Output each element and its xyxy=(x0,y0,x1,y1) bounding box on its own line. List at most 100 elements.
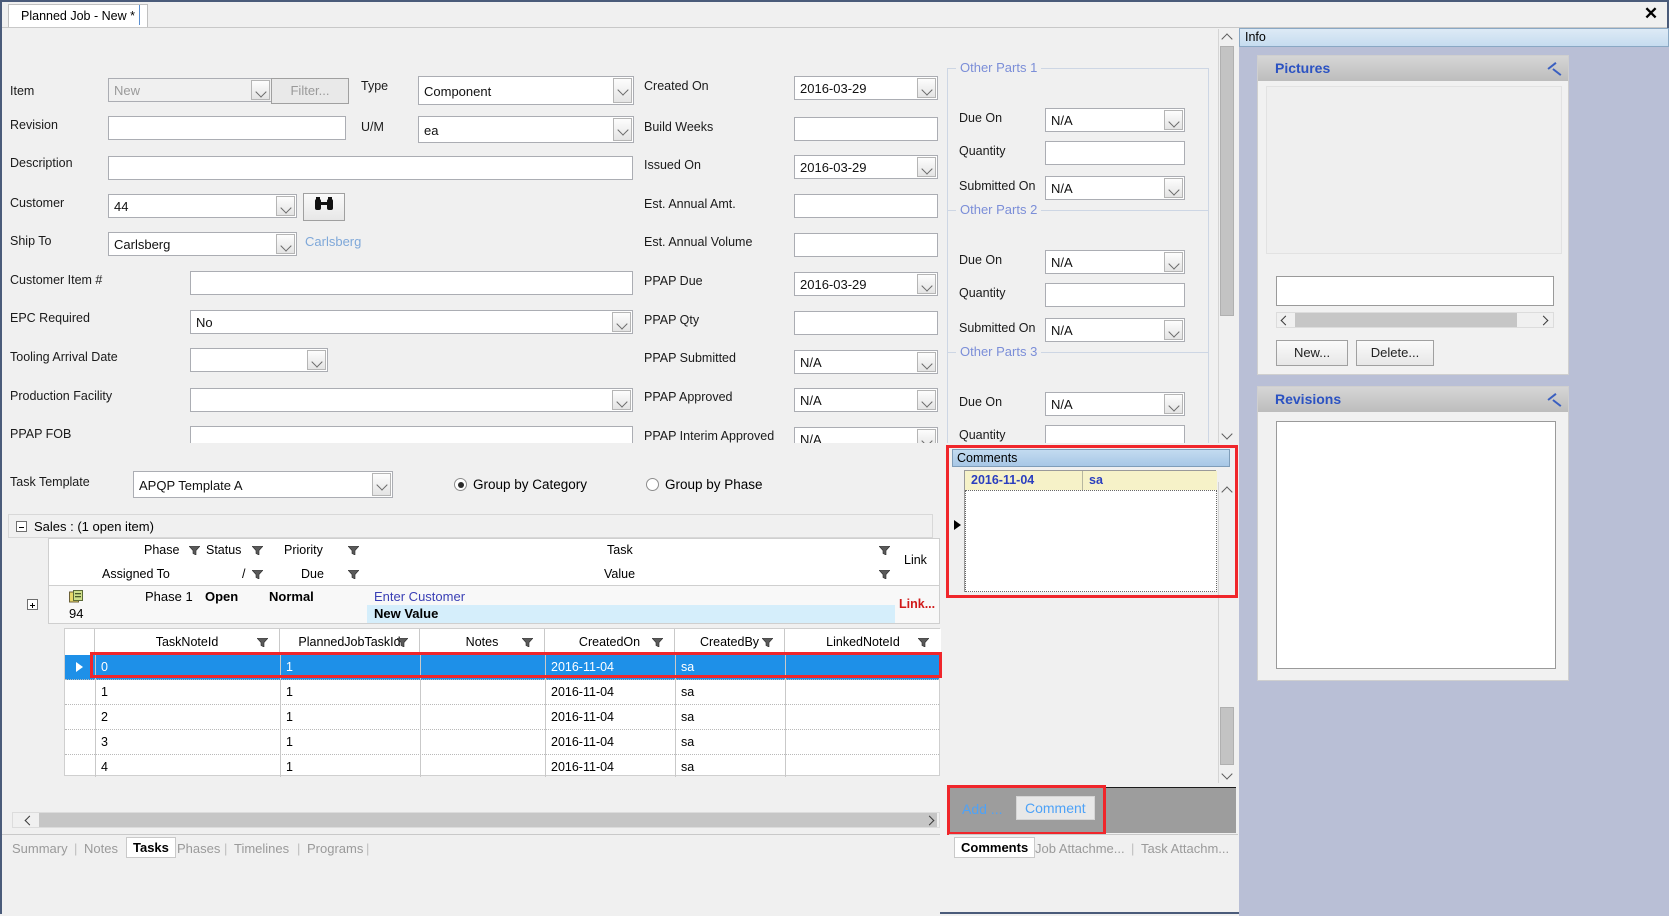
tab-tasks[interactable]: Tasks xyxy=(126,837,176,858)
issued-on-combo[interactable]: 2016-03-29 xyxy=(794,155,938,179)
scroll-down-icon[interactable] xyxy=(1219,427,1235,443)
op3-due-on-combo[interactable]: N/A xyxy=(1045,392,1185,416)
tab-timelines[interactable]: Timelines xyxy=(234,841,289,856)
table-row[interactable]: 2 1 2016-11-04 sa xyxy=(65,705,939,730)
collapse-chevron-icon[interactable] xyxy=(1548,64,1558,74)
type-combo[interactable]: Component xyxy=(418,76,634,105)
ppap-due-combo[interactable]: 2016-03-29 xyxy=(794,272,938,296)
scroll-left-icon[interactable] xyxy=(1277,313,1293,327)
tasks-horizontal-scrollbar[interactable] xyxy=(12,812,940,828)
hscroll-track[interactable] xyxy=(1295,313,1517,327)
scroll-right-icon[interactable] xyxy=(1537,313,1553,327)
filter-funnel-icon[interactable] xyxy=(189,546,200,555)
filter-button[interactable]: Filter... xyxy=(271,78,349,104)
ship-to-combo[interactable]: Carlsberg xyxy=(108,232,297,256)
chevron-down-icon[interactable] xyxy=(613,118,632,141)
op3-quantity-input[interactable] xyxy=(1045,425,1185,443)
customer-combo[interactable]: 44 xyxy=(108,194,297,218)
scrollbar-thumb[interactable] xyxy=(1220,707,1234,765)
chevron-down-icon[interactable] xyxy=(612,312,631,332)
delete-picture-button[interactable]: Delete... xyxy=(1356,340,1434,366)
customer-search-button[interactable] xyxy=(303,193,345,221)
collapse-chevron-icon[interactable] xyxy=(1548,395,1558,405)
chevron-down-icon[interactable] xyxy=(917,78,936,98)
description-input[interactable] xyxy=(108,156,633,180)
filter-funnel-icon[interactable] xyxy=(348,546,359,555)
filter-funnel-icon[interactable] xyxy=(257,638,268,647)
scroll-right-icon[interactable] xyxy=(923,813,939,827)
filter-funnel-icon[interactable] xyxy=(652,638,663,647)
op2-quantity-input[interactable] xyxy=(1045,283,1185,307)
document-tab[interactable]: Planned Job - New * xyxy=(8,4,148,27)
epc-required-combo[interactable]: No xyxy=(190,310,633,334)
est-annual-amt-input[interactable] xyxy=(794,194,938,218)
scroll-up-icon[interactable] xyxy=(1219,29,1235,45)
comment-body-area[interactable] xyxy=(965,490,1217,592)
tab-comments[interactable]: Comments xyxy=(954,837,1036,858)
comment-button[interactable]: Comment xyxy=(1016,796,1095,820)
op1-submitted-on-combo[interactable]: N/A xyxy=(1045,176,1185,200)
task-link-action[interactable]: Link... xyxy=(899,597,935,611)
filter-funnel-icon[interactable] xyxy=(918,638,929,647)
picture-caption-input[interactable] xyxy=(1276,276,1554,306)
filter-funnel-icon[interactable] xyxy=(879,546,890,555)
scroll-down-icon[interactable] xyxy=(1219,767,1235,783)
subgrid-col-tasknoteid[interactable]: TaskNoteId xyxy=(95,629,280,655)
chevron-down-icon[interactable] xyxy=(276,234,295,254)
chevron-down-icon[interactable] xyxy=(1164,252,1183,272)
collapse-group-icon[interactable] xyxy=(16,521,27,532)
tab-phases[interactable]: Phases xyxy=(177,841,220,856)
ppap-approved-combo[interactable]: N/A xyxy=(794,388,938,412)
task-value-cell[interactable]: New Value xyxy=(367,605,934,623)
new-picture-button[interactable]: New... xyxy=(1276,340,1348,366)
task-template-combo[interactable]: APQP Template A xyxy=(133,471,393,498)
form-vertical-scrollbar[interactable] xyxy=(1218,29,1235,443)
revision-input[interactable] xyxy=(108,116,346,140)
table-row[interactable]: 0 1 2016-11-04 sa xyxy=(65,655,939,680)
filter-funnel-icon[interactable] xyxy=(348,570,359,579)
chevron-down-icon[interactable] xyxy=(613,78,632,103)
tab-summary[interactable]: Summary xyxy=(12,841,68,856)
ppap-fob-input[interactable] xyxy=(190,426,633,443)
revisions-list[interactable] xyxy=(1276,421,1556,669)
close-icon[interactable]: ✕ xyxy=(1641,5,1661,25)
table-row[interactable]: 3 1 2016-11-04 sa xyxy=(65,730,939,755)
created-on-combo[interactable]: 2016-03-29 xyxy=(794,76,938,100)
tab-job-attachments[interactable]: Job Attachme... xyxy=(1035,841,1125,856)
chevron-down-icon[interactable] xyxy=(251,80,270,100)
scroll-left-icon[interactable] xyxy=(21,813,37,827)
task-row[interactable]: 94 Phase 1 Open Normal Enter Customer Ne… xyxy=(27,586,934,624)
filter-funnel-icon[interactable] xyxy=(762,638,773,647)
tab-programs[interactable]: Programs xyxy=(307,841,363,856)
filter-funnel-icon[interactable] xyxy=(879,570,890,579)
tooling-arrival-combo[interactable] xyxy=(190,348,328,372)
expand-task-icon[interactable] xyxy=(27,599,38,610)
add-button[interactable]: Add ... xyxy=(962,801,1002,817)
chevron-down-icon[interactable] xyxy=(917,157,936,177)
filter-funnel-icon[interactable] xyxy=(397,638,408,647)
est-annual-volume-input[interactable] xyxy=(794,233,938,257)
tab-notes[interactable]: Notes xyxy=(84,841,118,856)
hscroll-track[interactable] xyxy=(39,813,937,827)
chevron-down-icon[interactable] xyxy=(372,473,391,496)
pictures-horizontal-scrollbar[interactable] xyxy=(1276,312,1554,328)
production-facility-combo[interactable] xyxy=(190,388,633,412)
item-combo[interactable]: New xyxy=(108,78,272,102)
table-row[interactable]: 1 1 2016-11-04 sa xyxy=(65,680,939,705)
chevron-down-icon[interactable] xyxy=(612,390,631,410)
op1-due-on-combo[interactable]: N/A xyxy=(1045,108,1185,132)
table-row[interactable]: 4 1 2016-11-04 sa xyxy=(65,755,939,780)
um-combo[interactable]: ea xyxy=(418,116,634,143)
scrollbar-thumb[interactable] xyxy=(1220,46,1234,316)
chevron-down-icon[interactable] xyxy=(1164,110,1183,130)
op2-submitted-on-combo[interactable]: N/A xyxy=(1045,318,1185,342)
chevron-down-icon[interactable] xyxy=(307,350,326,370)
filter-funnel-icon[interactable] xyxy=(252,570,263,579)
ppap-submitted-combo[interactable]: N/A xyxy=(794,350,938,374)
tab-task-attachments[interactable]: Task Attachm... xyxy=(1141,841,1229,856)
op2-due-on-combo[interactable]: N/A xyxy=(1045,250,1185,274)
chevron-down-icon[interactable] xyxy=(917,429,936,443)
ppap-qty-input[interactable] xyxy=(794,311,938,335)
customer-item-input[interactable] xyxy=(190,271,633,295)
op1-quantity-input[interactable] xyxy=(1045,141,1185,165)
